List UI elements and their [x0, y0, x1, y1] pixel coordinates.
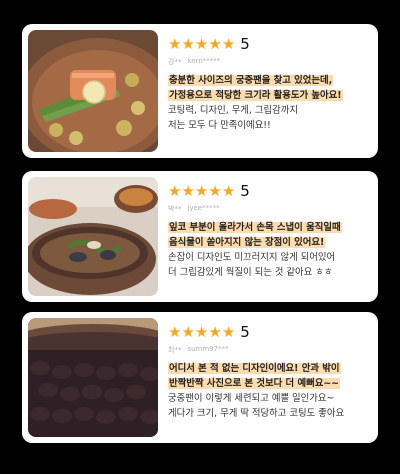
reviewer-id: summ97*** [187, 345, 229, 353]
star-icon: ★ [168, 182, 182, 200]
review-card: ★ ★ ★ ★ ★ 5 박** jyee***** 잎코 부분이 올라가서 손목… [22, 171, 378, 302]
star-icon: ★ [221, 35, 236, 53]
highlight-line: 가정용으로 적당한 크기라 활용도가 높아요! [168, 90, 343, 101]
rating-row: ★ ★ ★ ★ ★ 5 [168, 181, 370, 201]
star-icon: ★ [194, 323, 209, 341]
review-content: ★ ★ ★ ★ ★ 5 박** jyee***** 잎코 부분이 올라가서 손목… [168, 181, 370, 280]
highlight-line: 잎코 부분이 올라가서 손목 스냅이 움직일때 [168, 222, 342, 233]
review-text: 어디서 본 적 없는 디자인이에요! 안과 밖이 반짝반짝 사진으로 본 것보다… [168, 361, 370, 421]
star-icon: ★ [194, 182, 209, 200]
reviewer-meta: 박** jyee***** [168, 204, 370, 214]
text-line: 코팅력, 디자인, 무게, 그립감까지 [168, 105, 299, 116]
review-content: ★ ★ ★ ★ ★ 5 강** kern***** 충분한 사이즈의 궁중팬을 … [168, 34, 370, 133]
star-icon: ★ [181, 35, 195, 53]
highlight-line: 음식물이 쏟아지지 않는 장점이 있어요! [168, 237, 326, 248]
star-icon: ★ [181, 323, 195, 341]
highlight-line: 어디서 본 적 없는 디자인이에요! 안과 밖이 [168, 363, 341, 374]
highlight-line: 반짝반짝 사진으로 본 것보다 더 예뻐요~~ [168, 378, 341, 389]
rating-row: ★ ★ ★ ★ ★ 5 [168, 34, 370, 54]
rating-score: 5 [240, 182, 250, 200]
reviewer-name: 박** [168, 205, 182, 213]
text-line: 궁중팬이 이렇게 세련되고 예쁠 일인가요~ [168, 393, 335, 404]
reviewer-id: jyee***** [187, 204, 220, 212]
rating-row: ★ ★ ★ ★ ★ 5 [168, 322, 370, 342]
text-line: 더 그립감있게 웍질이 되는 것 같아요 ㅎㅎ [168, 267, 333, 278]
star-icon: ★ [168, 323, 182, 341]
rating-score: 5 [240, 35, 250, 53]
review-content: ★ ★ ★ ★ ★ 5 최** summ97*** 어디서 본 적 없는 디자인… [168, 322, 370, 421]
empty-pan-closeup-image [28, 318, 158, 437]
review-card: ★ ★ ★ ★ ★ 5 강** kern***** 충분한 사이즈의 궁중팬을 … [22, 24, 378, 158]
star-icon: ★ [221, 323, 236, 341]
star-icon: ★ [208, 323, 222, 341]
review-photo[interactable] [28, 30, 158, 152]
review-photo[interactable] [28, 177, 158, 296]
star-icon: ★ [221, 182, 236, 200]
star-rating: ★ ★ ★ ★ ★ [168, 324, 235, 340]
reviewer-name: 강** [168, 58, 182, 66]
star-icon: ★ [208, 182, 222, 200]
review-card: ★ ★ ★ ★ ★ 5 최** summ97*** 어디서 본 적 없는 디자인… [22, 312, 378, 443]
star-rating: ★ ★ ★ ★ ★ [168, 183, 235, 199]
reviewer-meta: 강** kern***** [168, 57, 370, 67]
text-line: 게다가 크기, 무게 딱 적당하고 코팅도 좋아요 [168, 408, 345, 419]
reviewer-name: 최** [168, 346, 182, 354]
salmon-steak-in-pan-image [28, 30, 158, 152]
reviewer-id: kern***** [187, 57, 221, 65]
star-icon: ★ [208, 35, 222, 53]
text-line: 저는 모두 다 만족이에요!! [168, 120, 271, 131]
text-line: 손잡이 디자인도 미끄러지지 않게 되어있어 [168, 252, 336, 263]
highlight-line: 충분한 사이즈의 궁중팬을 찾고 있었는데, [168, 75, 334, 86]
star-rating: ★ ★ ★ ★ ★ [168, 36, 235, 52]
review-photo[interactable] [28, 318, 158, 437]
review-text: 잎코 부분이 올라가서 손목 스냅이 움직일때 음식물이 쏟아지지 않는 장점이… [168, 220, 370, 280]
star-icon: ★ [181, 182, 195, 200]
seafood-stew-in-pan-image [28, 177, 158, 296]
star-icon: ★ [194, 35, 209, 53]
reviewer-meta: 최** summ97*** [168, 345, 370, 355]
star-icon: ★ [168, 35, 182, 53]
review-text: 충분한 사이즈의 궁중팬을 찾고 있었는데, 가정용으로 적당한 크기라 활용도… [168, 73, 370, 133]
rating-score: 5 [240, 323, 250, 341]
